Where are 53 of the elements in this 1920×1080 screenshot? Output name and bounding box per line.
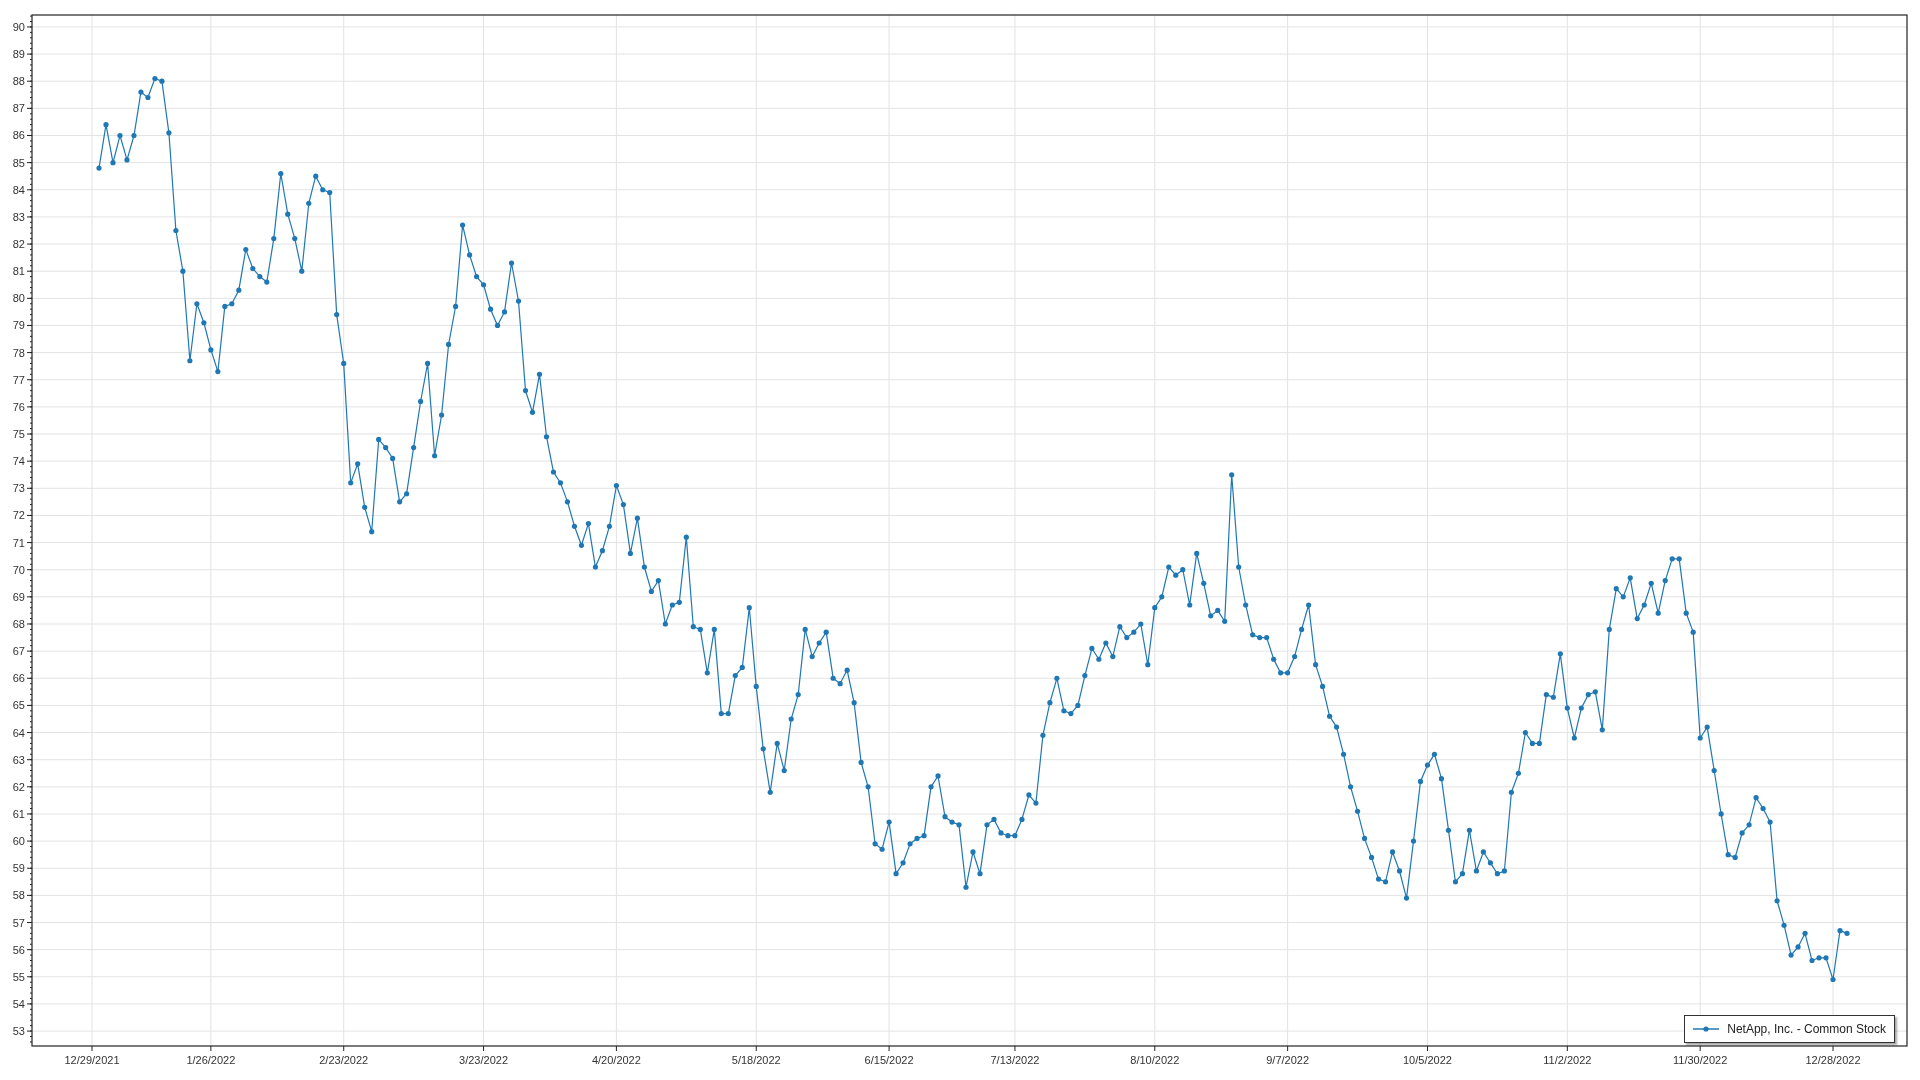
x-tick-label: 11/2/2022 bbox=[1543, 1054, 1592, 1066]
y-tick-label: 60 bbox=[12, 835, 25, 848]
y-tick-label: 74 bbox=[12, 455, 25, 468]
y-tick-label: 58 bbox=[12, 889, 25, 902]
y-tick-label: 87 bbox=[12, 102, 25, 115]
y-tick-label: 64 bbox=[12, 726, 25, 739]
y-tick-label: 68 bbox=[12, 618, 25, 630]
x-tick-label: 5/18/2022 bbox=[731, 1054, 781, 1066]
y-tick-label: 53 bbox=[12, 1025, 25, 1038]
x-tick-label: 9/7/2022 bbox=[1266, 1054, 1310, 1066]
y-tick-label: 82 bbox=[12, 238, 25, 251]
y-tick-label: 78 bbox=[12, 346, 25, 359]
y-tick-label: 88 bbox=[12, 75, 25, 88]
x-tick-label: 8/10/2022 bbox=[1130, 1054, 1180, 1066]
y-tick-label: 55 bbox=[12, 970, 25, 983]
y-tick-label: 59 bbox=[12, 862, 25, 875]
y-tick-label: 69 bbox=[12, 590, 25, 603]
x-tick-label: 4/20/2022 bbox=[591, 1054, 641, 1066]
y-tick-label: 66 bbox=[12, 672, 25, 685]
x-tick-label: 2/23/2022 bbox=[319, 1054, 369, 1066]
y-tick-label: 65 bbox=[12, 699, 25, 712]
y-tick-label: 84 bbox=[12, 183, 25, 196]
x-tick-label: 6/15/2022 bbox=[864, 1054, 914, 1066]
y-tick-label: 75 bbox=[12, 428, 25, 440]
y-tick-label: 73 bbox=[12, 482, 25, 495]
legend-label: NetApp, Inc. - Common Stock bbox=[1727, 1021, 1886, 1038]
y-tick-label: 86 bbox=[12, 129, 25, 142]
y-tick-label: 62 bbox=[12, 780, 25, 793]
y-tick-label: 61 bbox=[12, 807, 25, 820]
x-tick-label: 3/23/2022 bbox=[459, 1054, 508, 1066]
y-tick-label: 57 bbox=[12, 916, 25, 929]
y-tick-label: 80 bbox=[12, 292, 25, 305]
y-tick-label: 70 bbox=[12, 563, 25, 576]
y-tick-label: 85 bbox=[12, 156, 25, 169]
x-tick-label: 1/26/2022 bbox=[186, 1054, 236, 1066]
x-tick-label: 12/29/2021 bbox=[64, 1054, 120, 1066]
y-tick-label: 54 bbox=[12, 997, 25, 1010]
y-tick-label: 67 bbox=[12, 645, 25, 658]
y-tick-label: 90 bbox=[12, 20, 25, 33]
x-tick-label: 10/5/2022 bbox=[1403, 1054, 1452, 1066]
x-tick-label: 12/28/2022 bbox=[1805, 1054, 1861, 1066]
y-tick-label: 72 bbox=[12, 509, 25, 522]
x-tick-label: 11/30/2022 bbox=[1673, 1054, 1728, 1066]
y-tick-label: 77 bbox=[12, 373, 25, 386]
y-tick-label: 56 bbox=[12, 943, 25, 956]
y-tick-label: 83 bbox=[12, 210, 25, 223]
y-tick-label: 89 bbox=[12, 48, 25, 61]
y-tick-label: 79 bbox=[12, 319, 25, 332]
y-tick-label: 81 bbox=[12, 265, 25, 278]
x-tick-label: 7/13/2022 bbox=[990, 1054, 1040, 1066]
y-tick-label: 76 bbox=[12, 400, 25, 413]
y-tick-label: 71 bbox=[12, 536, 25, 549]
y-tick-label: 63 bbox=[12, 753, 25, 766]
